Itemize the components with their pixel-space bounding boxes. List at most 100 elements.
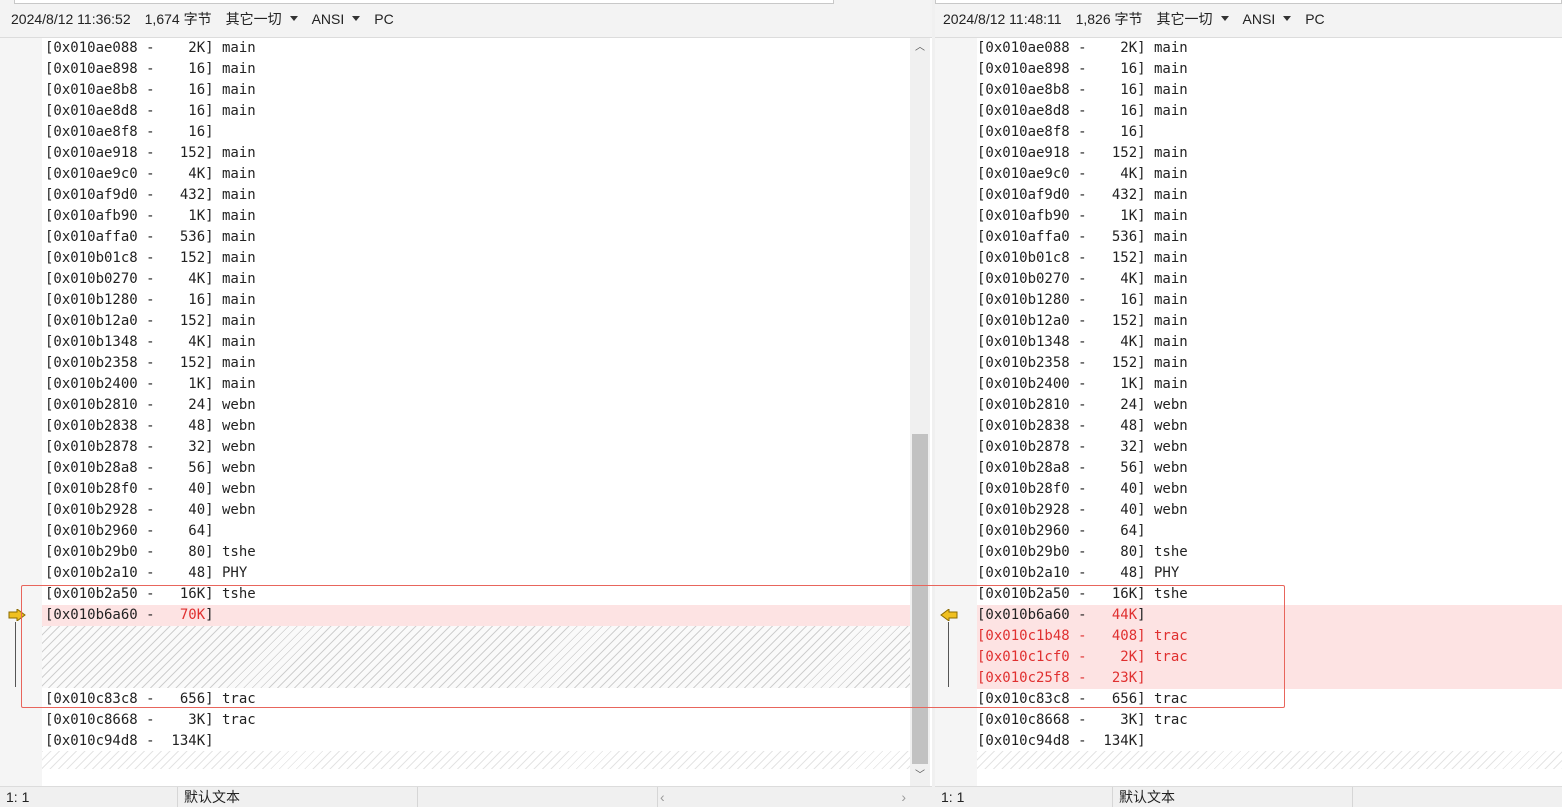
code-line: [0x010afb90 - 1K] main [977,208,1188,224]
code-line: [0x010b2960 - 64] [45,523,214,539]
right-filter-dropdown[interactable]: 其它一切 [1157,9,1229,29]
code-line: [0x010c94d8 - 134K] [45,733,214,749]
code-line: [0x010ae8d8 - 16] main [977,103,1188,119]
code-line: [0x010b2358 - 152] main [45,355,256,371]
left-timestamp: 2024/8/12 11:36:52 [11,10,131,27]
arrow-right-icon [8,609,26,621]
left-file-size: 1,674 字节 [144,10,212,27]
left-file-pane[interactable]: 2024/8/12 11:36:52 1,674 字节 其它一切 ANSI PC… [0,0,932,807]
code-line: [0x010b01c8 - 152] main [45,250,256,266]
right-encoding-label: ANSI [1242,10,1276,27]
code-line: [0x010b2878 - 32] webn [45,439,256,455]
code-line: [0x010b1348 - 4K] main [45,334,256,350]
right-path-field-edge [935,0,1562,4]
left-changed-prefix: [0x010b6a60 - [45,607,180,623]
code-line: [0x010af9d0 - 432] main [977,187,1188,203]
left-editor[interactable]: [0x010ae088 - 2K] main [0x010ae898 - 16] … [42,38,910,786]
chevron-down-icon [1220,16,1229,21]
code-line: [0x010b1348 - 4K] main [977,334,1188,350]
code-line: [0x010ae8b8 - 16] main [977,82,1188,98]
right-changed-value: 44K [1111,607,1138,623]
right-changed-suffix: ] [1137,607,1146,623]
left-encoding-dropdown[interactable]: ANSI [312,11,361,27]
code-line: [0x010b2358 - 152] main [977,355,1188,371]
left-end-of-file-hatch [42,751,910,769]
scroll-up-icon[interactable]: ︿ [915,43,925,53]
right-encoding-dropdown[interactable]: ANSI [1243,11,1292,27]
right-diff-bracket [948,622,949,687]
left-horizontal-scrollbar[interactable]: ‹ › [658,789,910,805]
code-line: [0x010ae088 - 2K] main [45,40,256,56]
inserted-code-line: [0x010c1b48 - 408] trac [977,628,1188,644]
right-info-bar: 2024/8/12 11:48:11 1,826 字节 其它一切 ANSI PC [935,0,1562,38]
code-line: [0x010b2a50 - 16K] tshe [45,586,256,602]
left-filter-label: 其它一切 [225,10,282,27]
right-file-pane[interactable]: 2024/8/12 11:48:11 1,826 字节 其它一切 ANSI PC… [935,0,1562,807]
left-syntax-label: 默认文本 [178,787,418,807]
code-line: [0x010ae9c0 - 4K] main [977,166,1188,182]
left-filter-dropdown[interactable]: 其它一切 [226,9,298,29]
code-line: [0x010ae8d8 - 16] main [45,103,256,119]
code-line: [0x010b0270 - 4K] main [977,271,1188,287]
code-line: [0x010ae088 - 2K] main [977,40,1188,56]
left-info-bar: 2024/8/12 11:36:52 1,674 字节 其它一切 ANSI PC [0,0,932,38]
right-changed-line: [0x010b6a60 - 44K] [977,605,1146,626]
code-line: [0x010b2a50 - 16K] tshe [977,586,1188,602]
right-cursor-position: 1: 1 [935,787,1113,807]
scroll-down-icon[interactable]: ﹀ [915,771,925,781]
right-status-bar: 1: 1 默认文本 [935,786,1562,807]
code-line: [0x010b2400 - 1K] main [45,376,256,392]
code-line: [0x010ae9c0 - 4K] main [45,166,256,182]
code-line: [0x010afb90 - 1K] main [45,208,256,224]
code-line: [0x010b28a8 - 56] webn [977,460,1188,476]
code-line: [0x010b2838 - 48] webn [977,418,1188,434]
code-line: [0x010b2928 - 40] webn [45,502,256,518]
code-line: [0x010b12a0 - 152] main [977,313,1188,329]
code-line: [0x010b2810 - 24] webn [977,397,1188,413]
right-gutter [935,38,977,786]
right-syntax-label: 默认文本 [1113,787,1353,807]
code-line: [0x010b28f0 - 40] webn [45,481,256,497]
scroll-right-icon[interactable]: › [901,789,906,805]
left-changed-line: [0x010b6a60 - 70K] [45,605,214,626]
code-line: [0x010ae8b8 - 16] main [45,82,256,98]
code-line: [0x010af9d0 - 432] main [45,187,256,203]
code-line: [0x010c8668 - 3K] trac [45,712,256,728]
code-line: [0x010ae918 - 152] main [45,145,256,161]
code-line: [0x010c8668 - 3K] trac [977,712,1188,728]
left-vertical-scrollbar[interactable]: ︿ ﹀ [910,38,930,786]
code-line: [0x010b29b0 - 80] tshe [45,544,256,560]
code-line: [0x010b2928 - 40] webn [977,502,1188,518]
code-line: [0x010b2a10 - 48] PHY [45,565,248,581]
code-line: [0x010c83c8 - 656] trac [977,691,1188,707]
left-status-empty [418,787,658,807]
right-filter-label: 其它一切 [1156,10,1213,27]
code-line: [0x010b28a8 - 56] webn [45,460,256,476]
left-gutter [0,38,42,786]
left-path-field-edge [14,0,834,4]
code-line: [0x010ae898 - 16] main [977,61,1188,77]
code-line: [0x010b01c8 - 152] main [977,250,1188,266]
left-scroll-thumb[interactable] [912,434,928,764]
right-changed-prefix: [0x010b6a60 - [977,607,1112,623]
code-line: [0x010b0270 - 4K] main [45,271,256,287]
left-status-bar: 1: 1 默认文本 ‹ › [0,786,932,807]
chevron-down-icon [289,16,298,21]
code-line: [0x010affa0 - 536] main [45,229,256,245]
right-file-size: 1,826 字节 [1075,10,1143,27]
code-line: [0x010b2838 - 48] webn [45,418,256,434]
code-line: [0x010ae918 - 152] main [977,145,1188,161]
code-line: [0x010ae8f8 - 16] [45,124,214,140]
code-line: [0x010ae898 - 16] main [45,61,256,77]
code-line: [0x010ae8f8 - 16] [977,124,1146,140]
inserted-code-line: [0x010c1cf0 - 2K] trac [977,649,1188,665]
code-line: [0x010affa0 - 536] main [977,229,1188,245]
code-line: [0x010b1280 - 16] main [45,292,256,308]
right-end-of-file-hatch [977,751,1562,769]
left-cursor-position: 1: 1 [0,787,178,807]
right-line-ending: PC [1305,10,1325,27]
code-line: [0x010b2960 - 64] [977,523,1146,539]
right-editor[interactable]: [0x010ae088 - 2K] main [0x010ae898 - 16] … [977,38,1562,786]
scroll-left-icon[interactable]: ‹ [660,789,665,805]
code-line: [0x010b2878 - 32] webn [977,439,1188,455]
